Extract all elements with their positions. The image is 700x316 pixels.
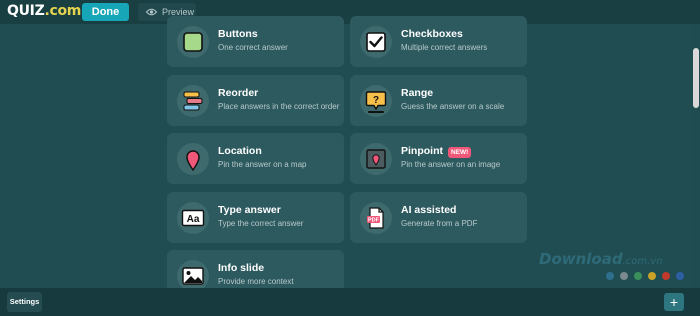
settings-button[interactable]: Settings: [7, 292, 42, 312]
svg-text:?: ?: [373, 95, 379, 106]
question-type-subtitle: Pin the answer on a map: [218, 160, 307, 169]
question-type-title: Location: [218, 145, 262, 157]
watermark-dot: [634, 272, 642, 280]
question-type-subtitle: Multiple correct answers: [401, 43, 488, 52]
scrollbar-thumb[interactable]: [693, 48, 699, 108]
quiz-logo[interactable]: QUIZ.com: [7, 3, 81, 19]
question-type-title: AI assisted: [401, 204, 457, 216]
question-type-subtitle: Place answers in the correct order: [218, 102, 340, 111]
question-type-title: Checkboxes: [401, 28, 463, 40]
question-type-subtitle: Guess the answer on a scale: [401, 102, 505, 111]
question-type-subtitle: Type the correct answer: [218, 219, 304, 228]
question-type-subtitle: Provide more context: [218, 277, 294, 286]
svg-text:PDF: PDF: [368, 218, 380, 224]
watermark-dot: [620, 272, 628, 280]
question-type-subtitle: Generate from a PDF: [401, 219, 478, 228]
question-type-location[interactable]: Location Pin the answer on a map: [167, 133, 344, 184]
question-type-subtitle: Pin the answer on an image: [401, 160, 501, 169]
bottom-bar: Settings +: [0, 288, 700, 316]
text-aa-icon: Aa: [177, 202, 209, 234]
watermark-dots: [606, 272, 686, 280]
question-type-buttons[interactable]: Buttons One correct answer: [167, 16, 344, 67]
question-type-ai-assisted[interactable]: PDF AI assisted Generate from a PDF: [350, 192, 527, 243]
question-type-title: Buttons: [218, 28, 258, 40]
image-pin-icon: [360, 143, 392, 175]
download-watermark: Download.com.vn: [539, 250, 663, 268]
question-type-title: Type answer: [218, 204, 281, 216]
scrollbar[interactable]: [692, 24, 700, 288]
eye-icon: [146, 8, 157, 16]
watermark-dot: [606, 272, 614, 280]
question-type-subtitle: One correct answer: [218, 43, 288, 52]
new-badge: NEW!: [448, 147, 472, 158]
question-type-type-answer[interactable]: Aa Type answer Type the correct answer: [167, 192, 344, 243]
reorder-bars-icon: [177, 85, 209, 117]
question-type-title: Info slide: [218, 262, 265, 274]
question-type-pinpoint[interactable]: Pinpoint NEW! Pin the answer on an image: [350, 133, 527, 184]
checkbox-icon: [360, 26, 392, 58]
question-bubble-icon: ?: [360, 85, 392, 117]
pdf-document-icon: PDF: [360, 202, 392, 234]
svg-text:Aa: Aa: [187, 214, 200, 225]
map-pin-icon: [177, 143, 209, 175]
watermark-dot: [648, 272, 656, 280]
watermark-dot: [662, 272, 670, 280]
add-slide-button[interactable]: +: [664, 293, 684, 311]
question-type-title: Pinpoint: [401, 145, 443, 157]
done-button[interactable]: Done: [82, 3, 129, 21]
square-button-icon: [177, 26, 209, 58]
question-type-title: Range: [401, 87, 434, 99]
question-type-title: Reorder: [218, 87, 259, 99]
question-type-reorder[interactable]: Reorder Place answers in the correct ord…: [167, 75, 344, 126]
question-type-range[interactable]: ? Range Guess the answer on a scale: [350, 75, 527, 126]
question-type-checkboxes[interactable]: Checkboxes Multiple correct answers: [350, 16, 527, 67]
watermark-dot: [676, 272, 684, 280]
